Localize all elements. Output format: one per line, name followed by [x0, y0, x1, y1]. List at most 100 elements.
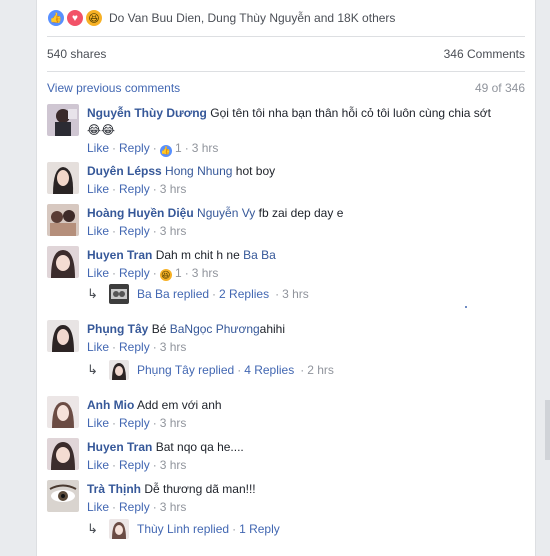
comment-item: Huyen Tran Bat nqo qa he.... Like · Reply ·…: [47, 438, 525, 474]
reactors-names[interactable]: Do Van Buu Dien, Dung Thùy Nguyễn and 18…: [109, 11, 395, 25]
reply-summary[interactable]: Phụng Tây replied: [137, 363, 234, 377]
reply-summary[interactable]: Thùy Linh replied: [137, 522, 229, 536]
emoji-laughing: 😂😂: [87, 123, 116, 137]
reply-button[interactable]: Reply: [119, 340, 150, 354]
avatar[interactable]: [47, 246, 79, 278]
comment-text: hot boy: [235, 164, 276, 178]
haha-icon: 😆: [85, 9, 103, 27]
comment-author[interactable]: Trà Thịnh: [87, 482, 141, 496]
reply-count[interactable]: 4 Replies: [244, 363, 294, 377]
view-previous-comments-link[interactable]: View previous comments: [47, 81, 180, 95]
reply-arrow-icon: ↳: [87, 286, 98, 301]
comments-count[interactable]: 346 Comments: [444, 47, 525, 61]
reply-button[interactable]: Reply: [119, 500, 150, 514]
comment-author[interactable]: Phụng Tây: [87, 322, 148, 336]
stats-row: 540 shares 346 Comments: [47, 47, 525, 61]
comment-text: Add em với anh: [137, 398, 222, 412]
previous-comments-row: View previous comments 49 of 346: [47, 81, 525, 95]
comment-actions: Like · Reply · 3 hrs: [87, 224, 187, 238]
comment-item: Phụng Tây Bé BaNgọc Phươngahihi Like · Rep…: [47, 320, 525, 356]
reaction-count[interactable]: 1: [175, 266, 182, 280]
comment-time[interactable]: 3 hrs: [160, 182, 187, 196]
comment-actions: Like · Reply · 👍 1 · 3 hrs: [87, 141, 219, 157]
replies-thread[interactable]: ↳ Thùy Linh replied · 1 Reply: [87, 519, 525, 539]
comment-item: Hoàng Huyền Diệu Nguyễn Vy fb zai dep da…: [47, 204, 525, 240]
reply-button[interactable]: Reply: [119, 458, 150, 472]
like-button[interactable]: Like: [87, 224, 109, 238]
comment-time[interactable]: 3 hrs: [160, 416, 187, 430]
comments-card: 👍 ♥ 😆 Do Van Buu Dien, Dung Thùy Nguyễn …: [36, 0, 536, 556]
reply-button[interactable]: Reply: [119, 416, 150, 430]
reply-count[interactable]: 2 Replies: [219, 287, 269, 301]
reaction-count[interactable]: 1: [175, 141, 182, 155]
reply-summary[interactable]: Ba Ba replied: [137, 287, 209, 301]
avatar[interactable]: [47, 396, 79, 428]
comment-actions: Like · Reply · 3 hrs: [87, 458, 187, 472]
comment-text: Gọi tên tôi nha bạn thân hỗi cỏ tôi luôn…: [210, 106, 491, 120]
reactions-summary[interactable]: 👍 ♥ 😆 Do Van Buu Dien, Dung Thùy Nguyễn …: [47, 8, 525, 28]
comment-author[interactable]: Huyen Tran: [87, 248, 152, 262]
comment-time[interactable]: 3 hrs: [192, 141, 219, 155]
like-reaction-icon: 👍: [159, 145, 172, 157]
mention-link[interactable]: Hong Nhung: [165, 164, 232, 178]
divider: [47, 36, 525, 37]
avatar[interactable]: [47, 162, 79, 194]
reply-count[interactable]: 1 Reply: [239, 522, 280, 536]
comment-time[interactable]: 3 hrs: [160, 458, 187, 472]
like-button[interactable]: Like: [87, 416, 109, 430]
shares-count[interactable]: 540 shares: [47, 47, 106, 61]
avatar[interactable]: [47, 204, 79, 236]
replies-thread[interactable]: ↳ Phụng Tây replied · 4 Replies · 2 hrs: [87, 360, 525, 380]
comment-text-prefix: Bé: [151, 322, 167, 336]
mention-link[interactable]: BaNgọc Phương: [170, 322, 260, 336]
like-button[interactable]: Like: [87, 458, 109, 472]
comment-item: Huyen Tran Dah m chit h ne Ba Ba Like · Re…: [47, 246, 525, 282]
scrollbar[interactable]: [545, 400, 550, 460]
avatar[interactable]: [47, 438, 79, 470]
comment-actions: Like · Reply · 3 hrs: [87, 182, 187, 196]
comment-author[interactable]: Huyen Tran: [87, 440, 152, 454]
mention-link[interactable]: Ba Ba: [243, 248, 276, 262]
comment-time[interactable]: 3 hrs: [160, 500, 187, 514]
avatar[interactable]: [47, 104, 79, 136]
cursor-speck: [465, 306, 467, 308]
comment-item: Trà Thịnh Dễ thương dã man!!! Like · Reply…: [47, 480, 525, 516]
comment-text: ahihi: [259, 322, 286, 336]
comment-text: Dah m chit h ne: [155, 248, 240, 262]
haha-reaction-icon: 😆: [159, 269, 172, 281]
love-icon: ♥: [66, 9, 84, 27]
avatar[interactable]: [47, 480, 79, 512]
comment-author[interactable]: Duyên Lépss: [87, 164, 162, 178]
comment-time[interactable]: 3 hrs: [160, 340, 187, 354]
reply-button[interactable]: Reply: [119, 224, 150, 238]
comment-author[interactable]: Hoàng Huyền Diệu: [87, 206, 194, 220]
like-button[interactable]: Like: [87, 266, 109, 280]
like-button[interactable]: Like: [87, 141, 109, 155]
replies-thread[interactable]: ↳ Ba Ba replied · 2 Replies · 3 hrs: [87, 284, 525, 304]
comment-text: Dễ thương dã man!!!: [144, 482, 256, 496]
comment-author[interactable]: Anh Mio: [87, 398, 134, 412]
avatar[interactable]: [47, 320, 79, 352]
reply-button[interactable]: Reply: [119, 266, 150, 280]
reply-time: 3 hrs: [282, 287, 309, 301]
like-button[interactable]: Like: [87, 182, 109, 196]
like-button[interactable]: Like: [87, 340, 109, 354]
mention-link[interactable]: Nguyễn Vy: [197, 206, 255, 220]
reply-time: 2 hrs: [307, 363, 334, 377]
comment-time[interactable]: 3 hrs: [192, 266, 219, 280]
comment-actions: Like · Reply · 3 hrs: [87, 340, 187, 354]
comment-item: Nguyễn Thùy Dương Gọi tên tôi nha bạn th…: [47, 104, 525, 157]
comment-author[interactable]: Nguyễn Thùy Dương: [87, 106, 207, 120]
reply-button[interactable]: Reply: [119, 141, 150, 155]
reply-arrow-icon: ↳: [87, 362, 98, 377]
divider: [47, 71, 525, 72]
like-button[interactable]: Like: [87, 500, 109, 514]
comment-time[interactable]: 3 hrs: [160, 224, 187, 238]
reply-avatar: [109, 284, 129, 304]
comment-item: Duyên Lépss Hong Nhung hot boy Like · Repl…: [47, 162, 525, 198]
comment-item: Anh Mio Add em với anh Like · Reply · 3 hrs: [47, 396, 525, 432]
reply-button[interactable]: Reply: [119, 182, 150, 196]
comment-page-count: 49 of 346: [474, 81, 525, 95]
like-icon: 👍: [47, 9, 65, 27]
reply-arrow-icon: ↳: [87, 521, 98, 536]
